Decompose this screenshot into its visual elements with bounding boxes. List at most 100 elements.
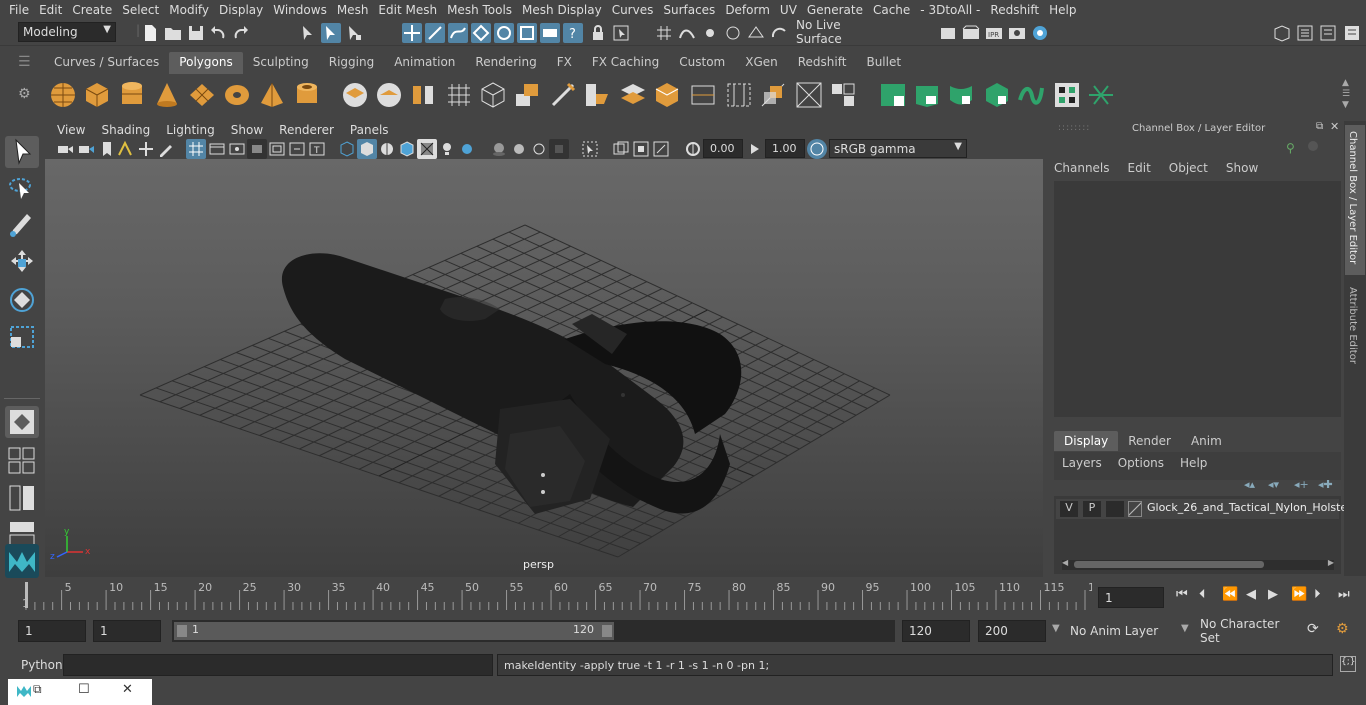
redo-icon[interactable] xyxy=(231,23,251,43)
menu-windows[interactable]: Windows xyxy=(268,3,332,17)
perspective-viewport[interactable]: x y z persp xyxy=(45,159,1043,577)
select-by-joint-icon[interactable] xyxy=(425,23,445,43)
move-tool-icon[interactable] xyxy=(5,247,39,279)
motion-blur-icon[interactable] xyxy=(509,139,529,159)
layer-tab-display[interactable]: Display xyxy=(1054,431,1119,451)
layer-menu-options[interactable]: Options xyxy=(1118,456,1164,470)
script-editor-icon[interactable]: {;} xyxy=(1340,656,1356,672)
menu-display[interactable]: Display xyxy=(214,3,268,17)
menu-uv[interactable]: UV xyxy=(775,3,802,17)
range-end-handle[interactable] xyxy=(602,625,612,637)
new-scene-icon[interactable] xyxy=(140,23,160,43)
menu-help[interactable]: Help xyxy=(1044,3,1081,17)
select-object-icon[interactable] xyxy=(321,23,341,43)
film-gate-icon[interactable] xyxy=(207,139,227,159)
frame-selection-icon[interactable] xyxy=(651,139,671,159)
menu-generate[interactable]: Generate xyxy=(802,3,868,17)
scale-tool-icon[interactable] xyxy=(5,321,39,353)
command-language-label[interactable]: Python xyxy=(21,658,63,672)
tab-animation[interactable]: Animation xyxy=(384,52,465,74)
playback-start-field[interactable]: 1 xyxy=(93,620,161,642)
layer-name[interactable]: Glock_26_and_Tactical_Nylon_Holster xyxy=(1147,501,1352,514)
color-space-dropdown[interactable]: sRGB gamma ▼ xyxy=(829,139,967,158)
tab-redshift[interactable]: Redshift xyxy=(788,52,857,74)
gate-mask-icon[interactable] xyxy=(247,139,267,159)
chevron-down-icon[interactable]: ▼ xyxy=(1181,623,1189,634)
workspace-icon[interactable] xyxy=(1272,23,1292,43)
fill-hole-icon[interactable] xyxy=(688,80,718,110)
use-all-lights-icon[interactable] xyxy=(437,139,457,159)
render-current-frame-icon[interactable] xyxy=(938,23,958,43)
channel-box-toggle-icon[interactable] xyxy=(1342,23,1362,43)
range-slider-track[interactable]: 1 120 xyxy=(172,620,895,642)
select-by-dynamics-icon[interactable] xyxy=(517,23,537,43)
scroll-right-icon[interactable]: ▶ xyxy=(1328,558,1334,567)
new-layer-from-selection-icon[interactable]: ◂✚ xyxy=(1318,478,1333,491)
hypershade-icon[interactable] xyxy=(1030,23,1050,43)
time-slider[interactable]: 1510152025303540455055606570758085909510… xyxy=(17,580,1102,610)
depth-of-field-icon[interactable] xyxy=(549,139,569,159)
maya-window-icon[interactable] xyxy=(16,684,32,698)
menu-select[interactable]: Select xyxy=(117,3,164,17)
xray-joints-icon[interactable] xyxy=(611,139,631,159)
wireframe-on-shaded-icon[interactable] xyxy=(397,139,417,159)
viewport-menu-lighting[interactable]: Lighting xyxy=(158,123,223,137)
four-view-layout-icon[interactable] xyxy=(5,446,39,476)
extrude-icon[interactable] xyxy=(512,80,542,110)
color-management-icon[interactable] xyxy=(807,139,827,159)
poly-pipe-icon[interactable] xyxy=(292,80,322,110)
viewport-menu-shading[interactable]: Shading xyxy=(93,123,158,137)
menu-curves[interactable]: Curves xyxy=(607,3,659,17)
gamma-icon[interactable] xyxy=(745,139,765,159)
layer-menu-help[interactable]: Help xyxy=(1180,456,1207,470)
layer-display-type-toggle[interactable] xyxy=(1106,501,1124,517)
open-scene-icon[interactable] xyxy=(163,23,183,43)
tab-fx-caching[interactable]: FX Caching xyxy=(582,52,669,74)
grid-toggle-icon[interactable] xyxy=(186,139,206,159)
select-camera-icon[interactable] xyxy=(55,139,75,159)
make-live-icon[interactable] xyxy=(769,23,789,43)
menu-edit-mesh[interactable]: Edit Mesh xyxy=(373,3,442,17)
render-sequence-icon[interactable] xyxy=(961,23,981,43)
exposure-field[interactable]: 0.00 xyxy=(703,139,743,158)
snap-grid-icon[interactable] xyxy=(654,23,674,43)
step-back-frame-icon[interactable]: ⏴ xyxy=(1199,587,1206,602)
close-icon[interactable]: ✕ xyxy=(1330,120,1339,133)
ambient-occlusion-icon[interactable] xyxy=(489,139,509,159)
render-settings-icon[interactable] xyxy=(1007,23,1027,43)
layer-tab-render[interactable]: Render xyxy=(1118,431,1181,451)
step-forward-frame-icon[interactable]: ⏵ xyxy=(1314,587,1321,602)
move-layer-up-icon[interactable]: ◂▴ xyxy=(1244,478,1255,491)
viewport-menu-view[interactable]: View xyxy=(49,123,93,137)
channel-menu-object[interactable]: Object xyxy=(1169,161,1208,175)
layer-menu-layers[interactable]: Layers xyxy=(1062,456,1102,470)
poly-sphere-icon[interactable] xyxy=(48,80,78,110)
cut-uv-icon[interactable] xyxy=(1016,80,1046,110)
menu-surfaces[interactable]: Surfaces xyxy=(658,3,720,17)
layer-playback-toggle[interactable]: P xyxy=(1083,501,1101,517)
extract-icon[interactable] xyxy=(408,80,438,110)
tab-curves-surfaces[interactable]: Curves / Surfaces xyxy=(44,52,169,74)
bridge-icon[interactable] xyxy=(478,80,508,110)
lasso-tool-icon[interactable] xyxy=(5,173,39,205)
layer-visibility-toggle[interactable]: V xyxy=(1060,501,1078,517)
menu-mesh[interactable]: Mesh xyxy=(332,3,374,17)
poly-plane-icon[interactable] xyxy=(187,80,217,110)
mirror-icon[interactable] xyxy=(758,80,788,110)
poly-cube-icon[interactable] xyxy=(82,80,112,110)
viewport-menu-renderer[interactable]: Renderer xyxy=(271,123,342,137)
float-panel-icon[interactable]: ⧉ xyxy=(1316,121,1323,132)
menu-mesh-display[interactable]: Mesh Display xyxy=(517,3,607,17)
grease-pencil-icon[interactable] xyxy=(156,139,176,159)
tab-xgen[interactable]: XGen xyxy=(735,52,788,74)
outliner-layout-icon[interactable] xyxy=(5,482,39,514)
resolution-gate-icon[interactable] xyxy=(227,139,247,159)
menu-file[interactable]: File xyxy=(4,3,34,17)
menu-mesh-tools[interactable]: Mesh Tools xyxy=(442,3,517,17)
field-chart-icon[interactable] xyxy=(267,139,287,159)
xray-icon[interactable] xyxy=(417,139,437,159)
exposure-icon[interactable] xyxy=(683,139,703,159)
playback-end-field[interactable]: 120 xyxy=(902,620,970,642)
menu-modify[interactable]: Modify xyxy=(164,3,214,17)
go-to-end-icon[interactable]: ⏭ xyxy=(1338,587,1350,602)
